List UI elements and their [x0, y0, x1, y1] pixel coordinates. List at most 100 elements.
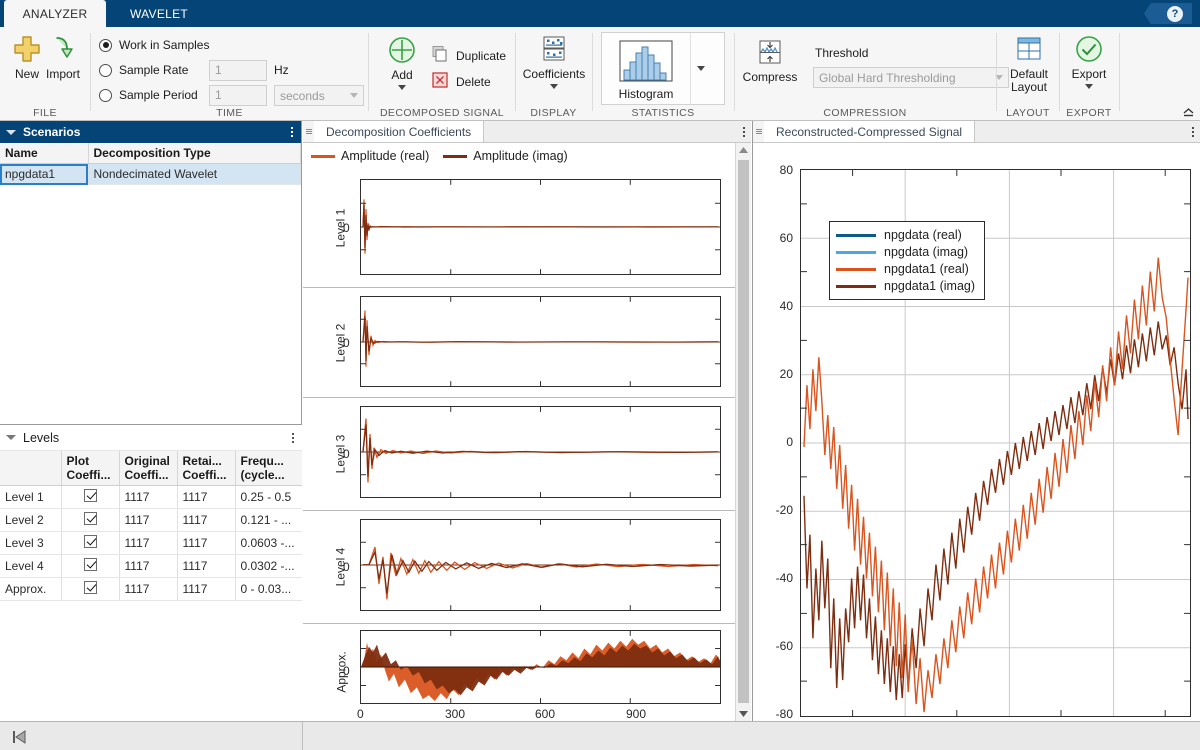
- tab-analyzer[interactable]: ANALYZER: [4, 0, 106, 27]
- subplot-level-2-axes[interactable]: [360, 296, 721, 387]
- import-button[interactable]: Import: [36, 32, 90, 81]
- subplot-level-4-axes[interactable]: [360, 519, 721, 611]
- level-frequency-cell: 0.121 - ...: [235, 509, 302, 532]
- export-button[interactable]: Export: [1062, 32, 1116, 89]
- table-row[interactable]: Level 4 1117 1117 0.0302 -...: [0, 555, 302, 578]
- circle-plus-icon: [387, 33, 417, 67]
- level-retained-cell: 1117: [177, 509, 235, 532]
- table-row[interactable]: Level 3 1117 1117 0.0603 -...: [0, 532, 302, 555]
- table-row[interactable]: Level 2 1117 1117 0.121 - ...: [0, 509, 302, 532]
- levels-panel-menu[interactable]: [292, 433, 294, 443]
- chevron-down-icon[interactable]: [550, 84, 558, 89]
- checkbox-icon[interactable]: [84, 535, 97, 548]
- delete-button-label: Delete: [456, 75, 491, 89]
- legend-item-amplitude-real-label: Amplitude (real): [341, 149, 429, 163]
- delete-button[interactable]: Delete: [431, 71, 491, 92]
- subplot-approx-ytick: 0: [343, 664, 350, 678]
- checkbox-icon[interactable]: [84, 581, 97, 594]
- chevron-down-icon[interactable]: [1085, 84, 1093, 89]
- table-row[interactable]: npgdata1 Nondecimated Wavelet: [0, 164, 301, 185]
- right-ytick-neg60: -60: [759, 639, 793, 653]
- right-chart-legend: npgdata (real) npgdata (imag) npgdata1 (…: [829, 221, 985, 300]
- scenarios-col-type: Decomposition Type: [88, 143, 301, 164]
- histogram-button[interactable]: Histogram: [602, 33, 690, 104]
- import-arrow-icon: [48, 32, 78, 66]
- subplot-level-3-axes[interactable]: [360, 406, 721, 498]
- level-frequency-cell: 0.25 - 0.5: [235, 486, 302, 509]
- coefficients-button[interactable]: Coefficients: [517, 32, 591, 89]
- tab-wavelet-label: WAVELET: [130, 7, 188, 21]
- coefficients-icon: [539, 32, 569, 66]
- tab-reconstructed-compressed-signal[interactable]: Reconstructed-Compressed Signal: [764, 121, 975, 142]
- add-button[interactable]: Add: [375, 33, 429, 90]
- panel-drag-handle[interactable]: [753, 121, 764, 142]
- tab-decomposition-coefficients[interactable]: Decomposition Coefficients: [314, 121, 484, 142]
- window-tabstrip: ANALYZER WAVELET ?: [0, 0, 1200, 27]
- scenarios-panel-menu[interactable]: [291, 127, 293, 137]
- levels-table-header: Plot Coeffi... Original Coeffi... Retai.…: [0, 451, 302, 486]
- scrollbar-thumb[interactable]: [738, 160, 749, 703]
- decomposition-vertical-scrollbar[interactable]: [735, 143, 751, 721]
- compress-button[interactable]: Compress: [737, 35, 803, 84]
- statistics-gallery-expand[interactable]: [690, 33, 710, 104]
- ribbon-group-display-label: DISPLAY: [516, 107, 591, 119]
- levels-table: Plot Coeffi... Original Coeffi... Retai.…: [0, 451, 302, 601]
- table-row[interactable]: Level 1 1117 1117 0.25 - 0.5: [0, 486, 302, 509]
- legend-item-amplitude-real: Amplitude (real): [311, 149, 429, 163]
- reconstructed-compressed-signal-panel: Reconstructed-Compressed Signal 80 60 40…: [752, 121, 1200, 721]
- legend-swatch-icon: [836, 234, 876, 237]
- subplot-level-1-axes[interactable]: [360, 179, 721, 275]
- duplicate-button[interactable]: Duplicate: [431, 45, 506, 66]
- levels-col-original-line1: Original: [125, 454, 170, 468]
- chevron-down-icon[interactable]: [6, 435, 16, 440]
- level-plot-checkbox-cell[interactable]: [61, 555, 119, 578]
- level-frequency-cell: 0 - 0.03...: [235, 578, 302, 601]
- right-ytick-neg40: -40: [759, 571, 793, 585]
- checkbox-icon[interactable]: [84, 512, 97, 525]
- level-plot-checkbox-cell[interactable]: [61, 532, 119, 555]
- checkbox-icon[interactable]: [84, 558, 97, 571]
- sample-period-unit-select[interactable]: seconds: [274, 85, 364, 106]
- table-row[interactable]: Approx. 1117 1117 0 - 0.03...: [0, 578, 302, 601]
- scroll-down-icon[interactable]: [736, 706, 751, 721]
- radio-sample-period[interactable]: Sample Period: [99, 84, 198, 106]
- right-ytick-0: 0: [759, 435, 793, 449]
- panel-drag-handle[interactable]: [303, 121, 314, 142]
- checkbox-icon[interactable]: [84, 489, 97, 502]
- level-plot-checkbox-cell[interactable]: [61, 578, 119, 601]
- levels-col-retained-line1: Retai...: [183, 454, 222, 468]
- level-plot-checkbox-cell[interactable]: [61, 486, 119, 509]
- sample-period-unit-value: seconds: [280, 89, 325, 103]
- chevron-down-icon[interactable]: [6, 130, 16, 135]
- scenario-name-cell[interactable]: npgdata1: [0, 164, 88, 185]
- scroll-up-icon[interactable]: [736, 143, 751, 158]
- radio-sample-rate[interactable]: Sample Rate: [99, 59, 188, 81]
- ribbon-divider-8: [1119, 33, 1120, 111]
- sample-period-input[interactable]: 1: [209, 85, 267, 106]
- decomposition-coefficients-tabbar: Decomposition Coefficients: [303, 121, 751, 143]
- radio-work-in-samples[interactable]: Work in Samples: [99, 34, 209, 56]
- default-layout-button[interactable]: Default Layout: [1001, 32, 1057, 94]
- right-ytick-neg80: -80: [759, 707, 793, 721]
- legend-swatch-icon: [836, 251, 876, 254]
- subplot-approx: Approx. 0 0: [303, 624, 735, 721]
- threshold-label: Threshold: [815, 46, 868, 60]
- subplot-approx-axes[interactable]: [360, 630, 721, 704]
- collapse-ribbon-button[interactable]: [1181, 104, 1195, 118]
- levels-col-original: Original Coeffi...: [119, 451, 177, 486]
- sample-rate-input[interactable]: 1: [209, 60, 267, 81]
- reconstructed-signal-menu[interactable]: [1192, 127, 1194, 137]
- help-button[interactable]: ?: [1144, 3, 1192, 24]
- rewind-icon[interactable]: [12, 730, 26, 747]
- right-ytick-40: 40: [759, 299, 793, 313]
- tab-wavelet[interactable]: WAVELET: [114, 0, 204, 27]
- level-plot-checkbox-cell[interactable]: [61, 509, 119, 532]
- level-retained-cell: 1117: [177, 555, 235, 578]
- status-bar-divider: [302, 722, 303, 750]
- scenarios-panel-header: Scenarios: [0, 121, 301, 143]
- decomposition-coefficients-menu[interactable]: [743, 127, 745, 137]
- reconstructed-signal-tabbar: Reconstructed-Compressed Signal: [753, 121, 1200, 143]
- decomposition-subplot-stack: Level 1 0: [303, 169, 735, 721]
- threshold-select[interactable]: Global Hard Thresholding: [813, 67, 1009, 88]
- chevron-down-icon[interactable]: [398, 85, 406, 90]
